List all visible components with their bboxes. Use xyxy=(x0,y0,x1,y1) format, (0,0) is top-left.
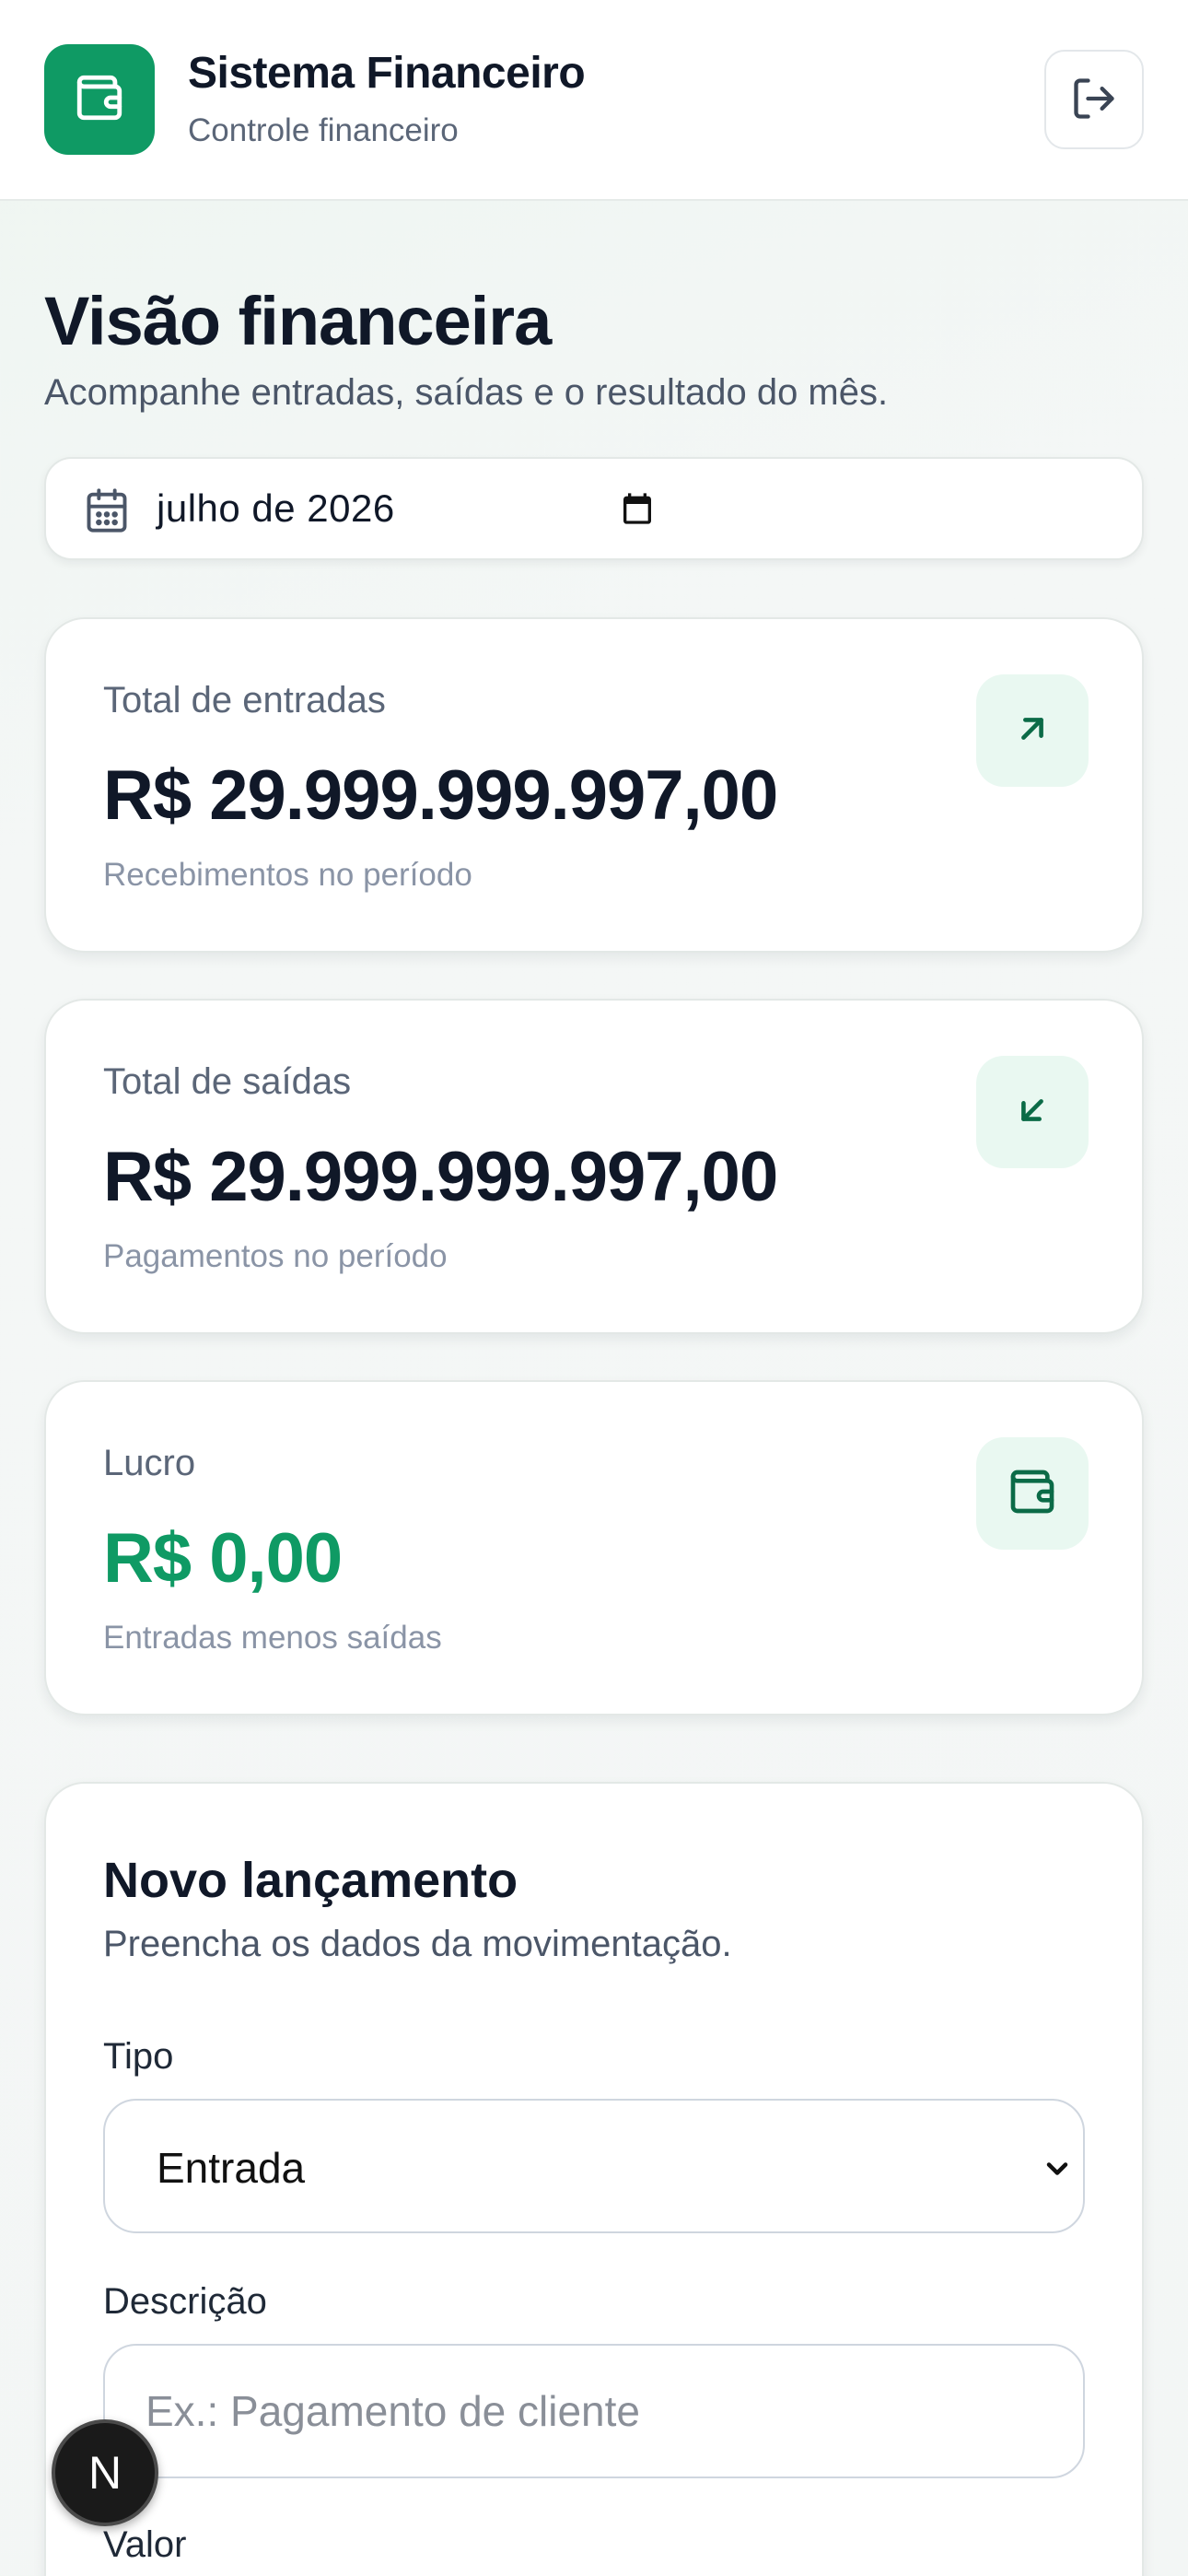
profit-hint: Entradas menos saídas xyxy=(103,1620,442,1656)
description-input[interactable] xyxy=(146,2346,1048,2476)
profit-value: R$ 0,00 xyxy=(103,1519,343,1598)
logout-button[interactable] xyxy=(1044,50,1144,149)
calendar-icon xyxy=(83,486,131,539)
income-icon-box xyxy=(976,674,1089,787)
page-subtitle: Acompanhe entradas, saídas e o resultado… xyxy=(44,372,889,413)
app-logo xyxy=(44,44,155,155)
profit-icon-box xyxy=(976,1437,1089,1550)
wallet-icon xyxy=(73,71,126,129)
new-entry-form: Novo lançamento Preencha os dados da mov… xyxy=(44,1782,1144,2576)
income-hint: Recebimentos no período xyxy=(103,857,472,893)
description-field xyxy=(103,2344,1085,2478)
expense-hint: Pagamentos no período xyxy=(103,1238,448,1274)
expense-value: R$ 29.999.999.997,00 xyxy=(103,1138,778,1216)
income-card: Total de entradas R$ 29.999.999.997,00 R… xyxy=(44,617,1144,953)
form-title: Novo lançamento xyxy=(103,1853,518,1908)
arrow-up-right-icon xyxy=(1011,708,1054,755)
expense-label: Total de saídas xyxy=(103,1061,352,1102)
profit-label: Lucro xyxy=(103,1443,196,1483)
type-select[interactable]: Entrada xyxy=(103,2099,1085,2233)
description-label: Descrição xyxy=(103,2281,267,2322)
type-label: Tipo xyxy=(103,2036,174,2077)
page-title: Visão financeira xyxy=(44,283,552,359)
form-subtitle: Preencha os dados da movimentação. xyxy=(103,1924,732,1964)
arrow-down-left-icon xyxy=(1011,1089,1054,1136)
wallet-icon xyxy=(1007,1466,1058,1522)
app-title: Sistema Financeiro xyxy=(188,49,586,98)
income-label: Total de entradas xyxy=(103,680,386,720)
profit-card: Lucro R$ 0,00 Entradas menos saídas xyxy=(44,1380,1144,1715)
app-subtitle: Controle financeiro xyxy=(188,112,459,148)
income-value: R$ 29.999.999.997,00 xyxy=(103,756,778,835)
logout-icon xyxy=(1070,75,1118,125)
calendar-picker-icon[interactable] xyxy=(619,490,656,532)
app-header: Sistema Financeiro Controle financeiro xyxy=(0,0,1188,201)
value-label: Valor xyxy=(103,2524,187,2565)
expense-icon-box xyxy=(976,1056,1089,1168)
chevron-down-icon xyxy=(1039,2152,1076,2190)
type-select-value: Entrada xyxy=(157,2144,306,2192)
dev-badge-label: N xyxy=(87,2447,122,2499)
month-value: julho de 2026 xyxy=(157,486,395,530)
expense-card: Total de saídas R$ 29.999.999.997,00 Pag… xyxy=(44,999,1144,1334)
dev-tools-badge[interactable]: N xyxy=(52,2419,158,2526)
month-picker[interactable]: julho de 2026 xyxy=(44,457,1144,560)
